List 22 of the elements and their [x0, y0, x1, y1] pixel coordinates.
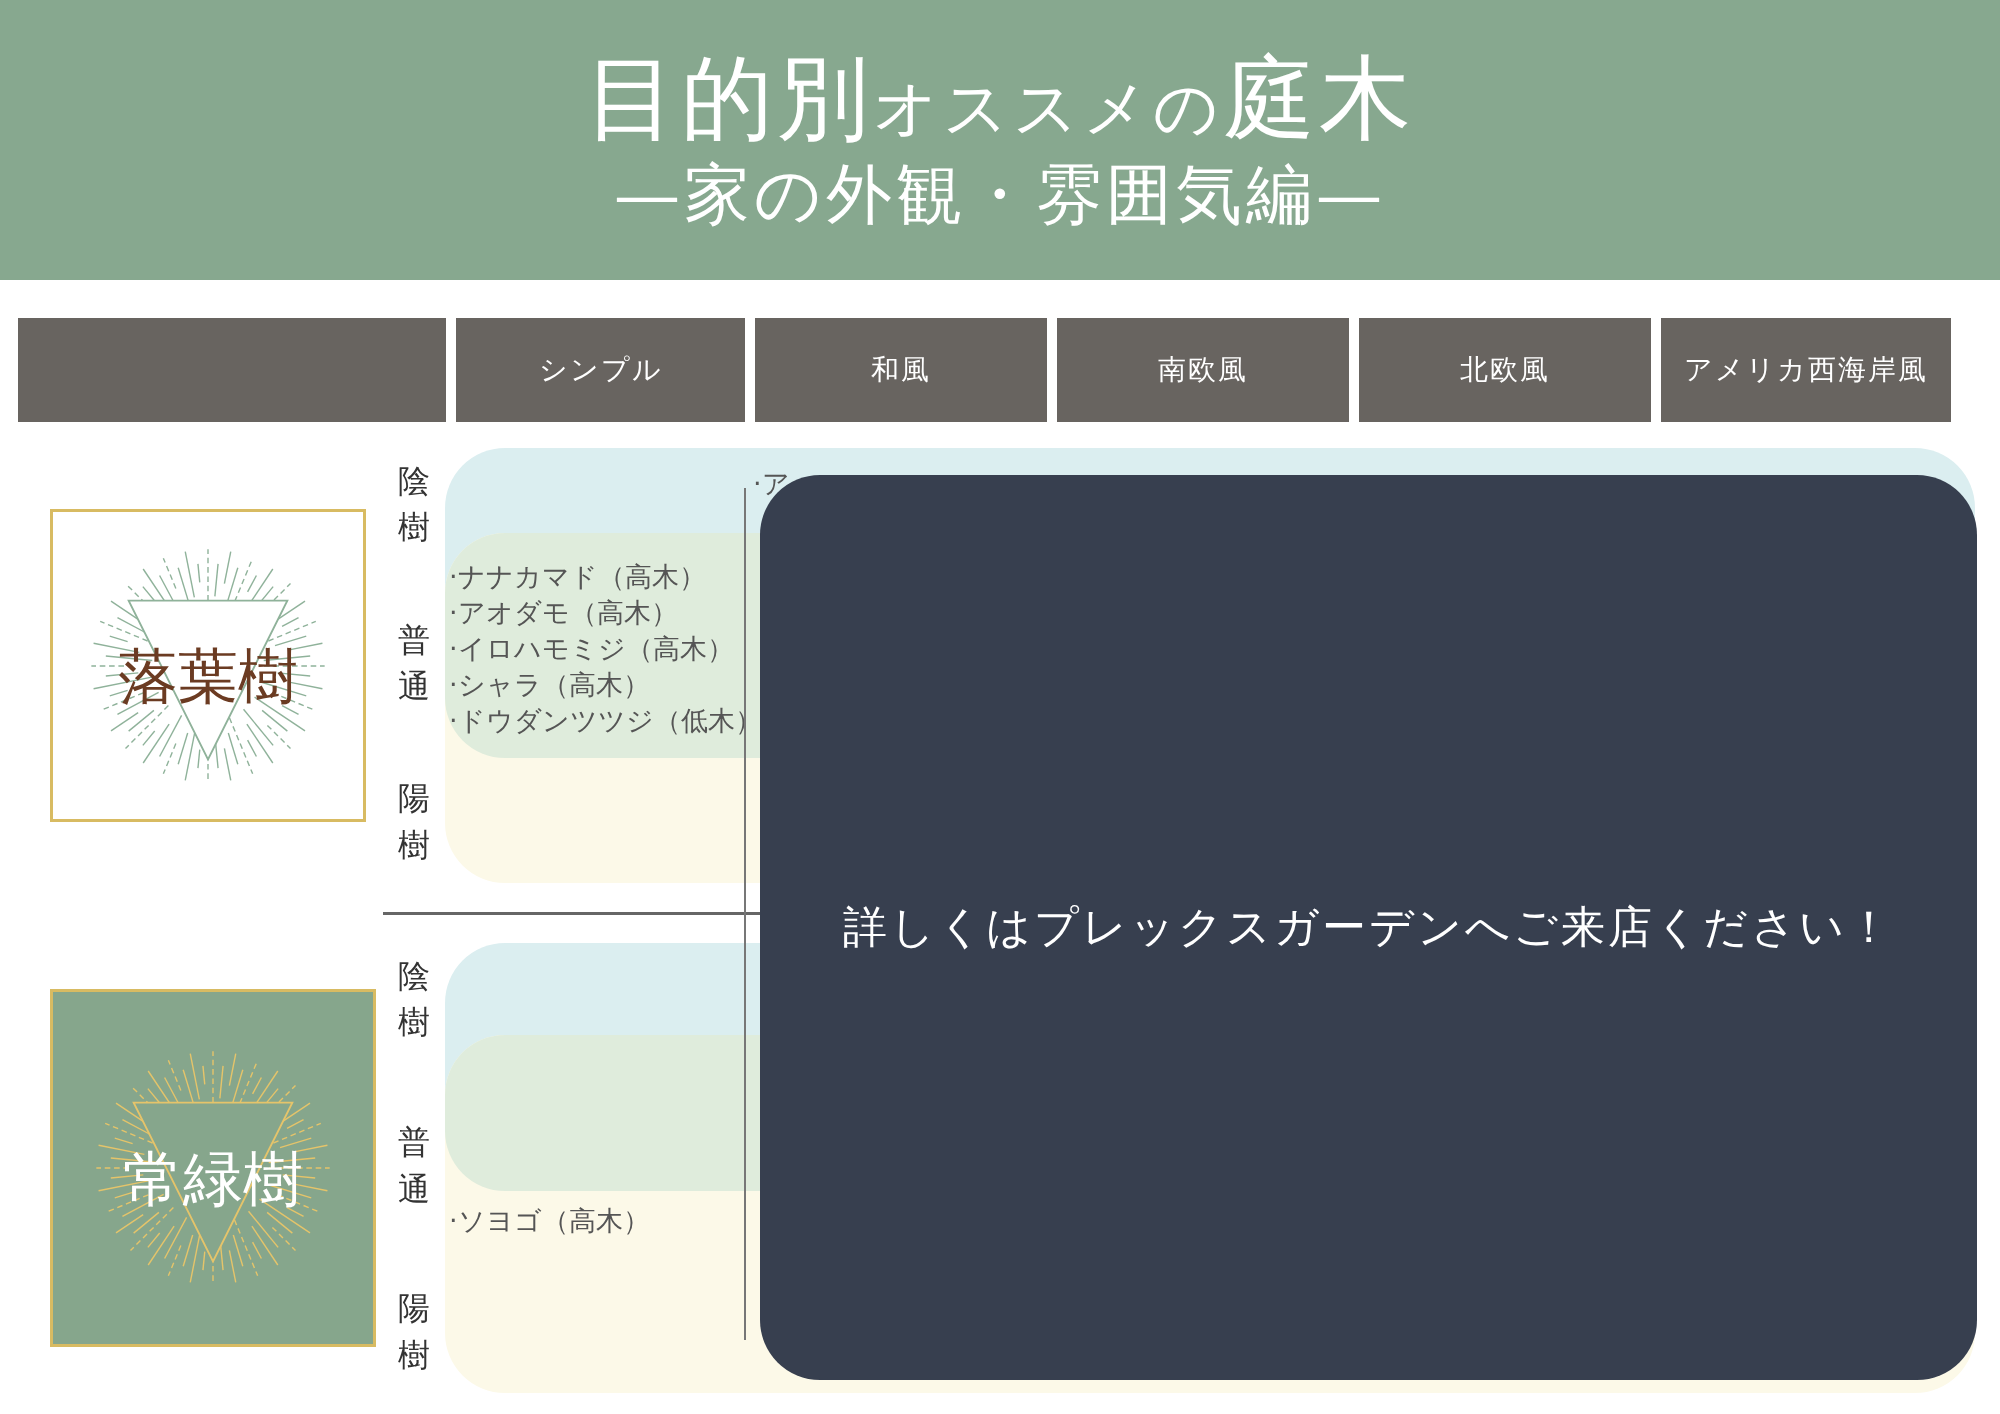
tree-item: ·ア — [752, 467, 791, 501]
tree-item: ·イロハモミジ（高木） — [449, 632, 735, 666]
level-label: 普通 — [398, 1122, 430, 1210]
column-header: シンプル — [456, 318, 745, 422]
level-label: 陽樹 — [398, 1288, 430, 1376]
level-label: 普通 — [398, 619, 430, 707]
tree-item: ·ナナカマド（高木） — [449, 560, 707, 594]
column-header: 北欧風 — [1359, 318, 1651, 422]
column-header: 和風 — [755, 318, 1047, 422]
column-header: アメリカ西海岸風 — [1661, 318, 1951, 422]
level-label: 陰樹 — [398, 461, 430, 549]
page-title: 目的別 オススメの庭木 — [585, 45, 1415, 152]
column-header: 南欧風 — [1057, 318, 1349, 422]
tree-item: ·シャラ（高木） — [449, 668, 651, 702]
level-label: 陰樹 — [398, 956, 430, 1044]
tree-item: ·アオダモ（高木） — [449, 596, 679, 630]
notice-message: 詳しくはプレックスガーデンへご来店ください！ — [843, 900, 1894, 954]
category-title: 落葉樹 — [118, 640, 298, 713]
tree-item: ·ドウダンツツジ（低木） — [449, 704, 745, 738]
page-subtitle: —家の外観・雰囲気編— — [614, 155, 1386, 235]
tree-item: ·ソヨゴ（高木） — [449, 1204, 651, 1238]
level-label: 陽樹 — [398, 778, 430, 866]
